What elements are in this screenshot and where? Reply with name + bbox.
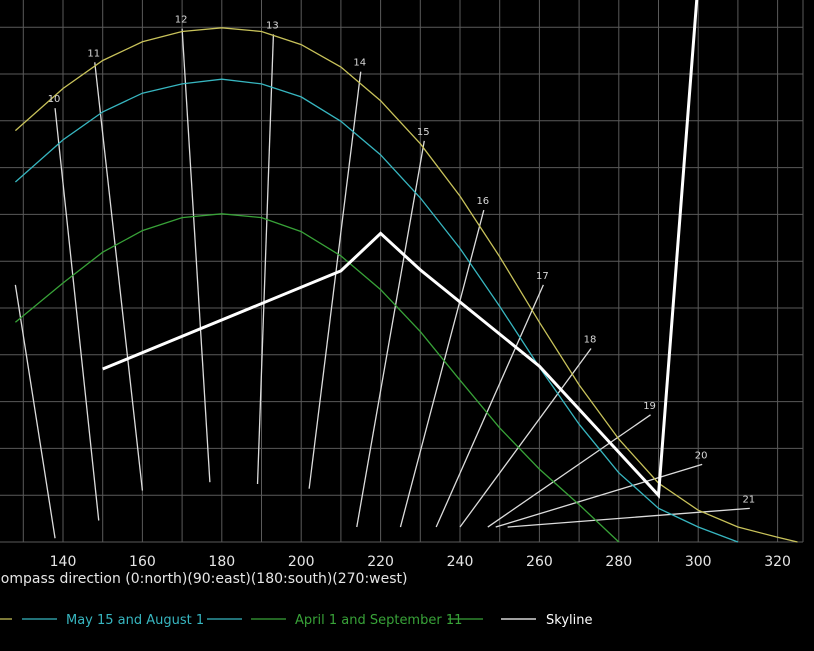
- x-tick-label-180: 180: [208, 554, 235, 570]
- legend: May 15 and August 1 April 1 and September…: [0, 613, 592, 628]
- legend-label-mid: May 15 and August 1: [66, 613, 204, 628]
- x-tick-label-260: 260: [526, 554, 553, 570]
- x-tick-label-240: 240: [447, 554, 474, 570]
- hour-line-20: [495, 463, 703, 528]
- hour-line-11: [94, 62, 144, 491]
- hour-line-12: [181, 28, 211, 483]
- x-tick-label-140: 140: [50, 554, 77, 570]
- x-tick-label-220: 220: [367, 554, 394, 570]
- hour-line-edge: [14, 284, 56, 539]
- sun-path-chart: 10 11 12 13 14 15 16 17 18 19 20 21 140 160 180 200 220…: [0, 0, 804, 628]
- legend-label-skyline: Skyline: [546, 613, 592, 628]
- hour-label-16: 16: [476, 196, 489, 207]
- hour-line-10: [54, 108, 100, 521]
- hour-label-15: 15: [417, 127, 430, 138]
- x-axis-ticks: 140 160 180 200 220 240 260 280 300 320: [50, 554, 791, 570]
- series-line-mid: [14, 78, 739, 543]
- hour-label-17: 17: [536, 271, 549, 282]
- hour-line-16: [399, 209, 485, 528]
- series-line-spring: [14, 213, 620, 543]
- hour-line-19: [487, 414, 651, 528]
- hour-label-19: 19: [643, 401, 656, 412]
- x-tick-label-280: 280: [605, 554, 632, 570]
- x-axis-title: Compass direction (0:north)(90:east)(180…: [0, 571, 408, 587]
- x-tick-label-300: 300: [685, 554, 712, 570]
- x-tick-label-160: 160: [129, 554, 156, 570]
- hour-line-13: [256, 34, 275, 485]
- hour-label-10: 10: [48, 94, 61, 105]
- hour-label-21: 21: [742, 494, 755, 505]
- hour-label-12: 12: [175, 15, 188, 26]
- hour-line-17: [435, 284, 544, 528]
- hour-label-14: 14: [353, 58, 366, 69]
- x-tick-label-320: 320: [764, 554, 791, 570]
- x-tick-label-200: 200: [288, 554, 315, 570]
- hour-label-18: 18: [584, 334, 597, 345]
- hour-label-20: 20: [695, 450, 708, 461]
- hour-label-11: 11: [87, 48, 100, 59]
- hour-labels: 10 11 12 13 14 15 16 17 18 19 20 21: [48, 15, 755, 506]
- series-group: [14, 0, 798, 543]
- hour-line-21: [507, 507, 750, 528]
- hour-line-18: [459, 348, 592, 528]
- series-line-summer: [14, 27, 798, 543]
- hour-label-13: 13: [266, 20, 279, 31]
- hour-line-15: [356, 140, 425, 528]
- legend-label-spring: April 1 and September 11: [295, 613, 462, 628]
